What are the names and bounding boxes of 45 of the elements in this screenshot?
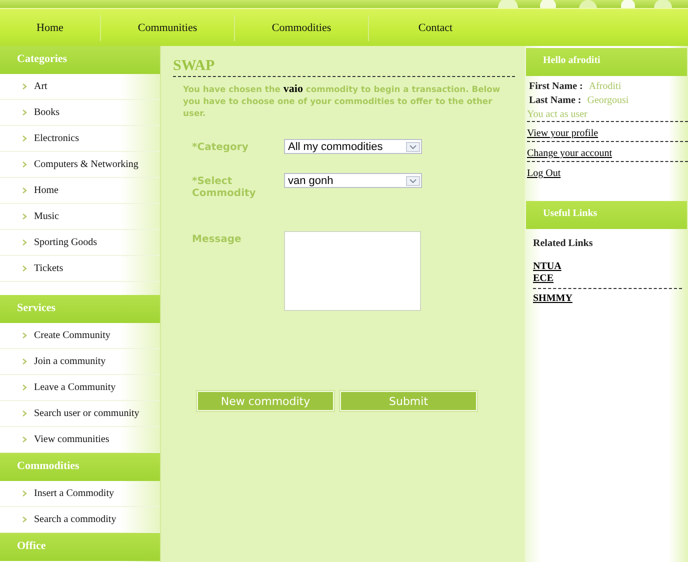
field-label: Last Name : (529, 94, 582, 108)
chevron-icon (22, 135, 27, 142)
chevron-icon (22, 332, 27, 339)
account-link[interactable]: Change your account (527, 148, 612, 159)
chevron-icon (22, 213, 27, 220)
links-heading: Related Links (533, 238, 594, 249)
panel-heading: Hello afroditi (526, 48, 687, 76)
nav-link[interactable]: Contact (369, 14, 502, 40)
chevron-icon (22, 436, 27, 443)
chevron-icon (22, 109, 27, 116)
chevron-icon (22, 516, 27, 523)
related-link[interactable]: NTUA (533, 261, 562, 273)
sidebar-heading: Commodities (0, 453, 160, 481)
sidebar-heading: Office (0, 533, 160, 561)
chevron-icon (22, 490, 27, 497)
chevron-icon (22, 83, 27, 90)
chevron-icon (22, 187, 27, 194)
related-link[interactable]: ECE (533, 273, 554, 285)
chevron-icon (22, 410, 27, 417)
sidebar-heading: Categories (0, 46, 160, 74)
chevron-icon (22, 358, 27, 365)
first-name: Afroditi (588, 80, 622, 94)
chevron-icon (22, 239, 27, 246)
chevron-icon (22, 384, 27, 391)
field-label: *Category (192, 141, 250, 155)
nav-link[interactable]: Communities (101, 14, 235, 40)
related-link[interactable]: SHMMY (533, 293, 572, 305)
account-link[interactable]: View your profile (527, 128, 598, 139)
message-field[interactable] (284, 231, 421, 311)
page-title: SWAP (173, 58, 515, 77)
last-name: Georgousi (587, 94, 629, 108)
panel-heading: Useful Links (526, 201, 687, 229)
nav-link[interactable]: Commodities (235, 14, 369, 40)
role-text: You act as user (527, 108, 588, 121)
dropdown[interactable]: All my commodities (284, 139, 422, 154)
field-label: First Name : (529, 80, 583, 94)
nav-link[interactable]: Home (0, 14, 101, 40)
field-label: Message (192, 233, 242, 247)
chevron-icon (22, 161, 27, 168)
sidebar-heading: Services (0, 295, 160, 323)
field-label: *Select Commodity (192, 175, 257, 201)
account-link[interactable]: Log Out (527, 168, 561, 179)
intro-text: You have chosen the vaio commodity to begin a transaction. Below you have to choose one of your commodities to offer to the other user. (183, 83, 502, 119)
chevron-icon (22, 265, 27, 272)
dropdown[interactable]: van gonh (284, 173, 422, 188)
